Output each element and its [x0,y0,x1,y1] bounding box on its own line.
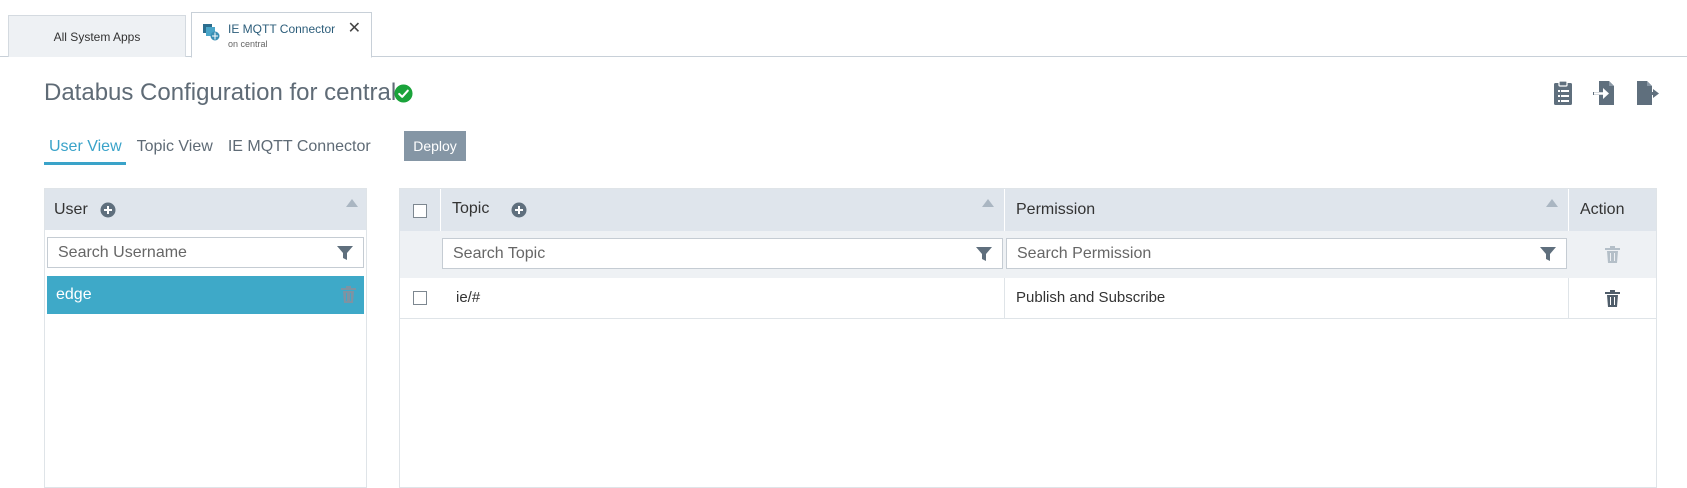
tab-user-view[interactable]: User View [44,138,126,165]
topic-table: Topic Permission Action Search Topic Sea… [399,188,1657,488]
tab-ie-mqtt-connector-view[interactable]: IE MQTT Connector [223,138,375,165]
col-divider [1004,278,1005,319]
filter-icon[interactable] [1540,246,1556,262]
filter-icon[interactable] [976,246,992,262]
user-list-item[interactable]: edge [47,276,364,314]
search-topic-input[interactable]: Search Topic [442,238,1003,269]
tab-ie-mqtt-connector[interactable]: IE MQTT Connector on central ✕ [191,12,372,58]
search-topic-placeholder: Search Topic [453,244,546,262]
col-divider [1004,189,1005,231]
select-all-checkbox[interactable] [413,204,427,218]
col-divider [1568,278,1569,319]
filter-icon[interactable] [337,245,353,261]
user-filter-row: Search Username [45,230,366,276]
row-checkbox[interactable] [413,291,427,305]
add-user-icon[interactable] [100,202,116,218]
user-header-label: User [54,200,88,218]
topic-table-header: Topic Permission Action [400,189,1656,231]
add-topic-icon[interactable] [511,202,527,218]
row-topic: ie/# [456,289,481,306]
sort-permission-icon[interactable] [1546,199,1558,207]
col-divider [1568,189,1569,231]
search-username-placeholder: Search Username [58,243,187,261]
col-action: Action [1580,201,1625,218]
row-permission: Publish and Subscribe [1016,289,1166,306]
user-panel: User Search Username edge [44,188,367,488]
header-actions [1551,80,1659,106]
tab-topic-view[interactable]: Topic View [132,138,217,165]
clipboard-icon[interactable] [1551,80,1575,106]
page-title: Databus Configuration for central [44,79,397,106]
col-divider [440,189,441,231]
search-username-input[interactable]: Search Username [47,237,364,268]
search-permission-placeholder: Search Permission [1017,244,1152,262]
tab-all-system-apps[interactable]: All System Apps [8,15,186,57]
user-name: edge [56,286,92,303]
deploy-button[interactable]: Deploy [404,131,466,161]
import-icon[interactable] [1593,80,1617,106]
sort-topic-icon[interactable] [982,199,994,207]
app-icon [203,24,220,41]
table-row[interactable]: ie/# Publish and Subscribe [400,278,1656,319]
check-circle-icon [394,84,413,103]
user-panel-header: User [45,189,366,230]
search-permission-input[interactable]: Search Permission [1006,238,1567,269]
tab-title: IE MQTT Connector [228,22,336,36]
col-permission[interactable]: Permission [1016,201,1095,219]
sort-asc-icon[interactable] [346,199,358,207]
tab-strip: All System Apps IE MQTT Connector on cen… [0,0,1687,58]
tab-all-system-apps-label: All System Apps [53,29,141,44]
delete-row-icon[interactable] [1605,290,1620,307]
topic-filter-row: Search Topic Search Permission [400,231,1656,278]
tab-subtitle: on central [228,39,268,49]
delete-user-icon[interactable] [341,286,356,303]
close-icon[interactable]: ✕ [348,18,361,38]
col-topic[interactable]: Topic [452,200,489,218]
view-tabs: User View Topic View IE MQTT Connector [44,138,381,165]
export-icon[interactable] [1635,80,1659,106]
delete-selected-icon[interactable] [1605,246,1620,263]
